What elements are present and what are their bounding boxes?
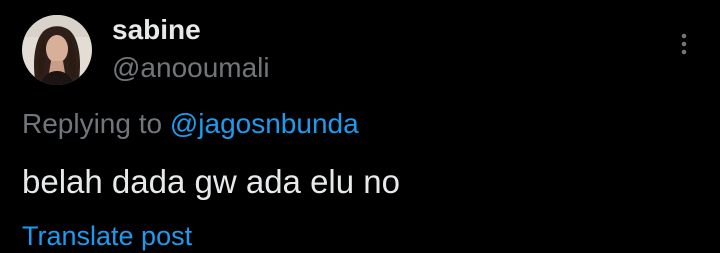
more-options-button[interactable]	[666, 26, 702, 62]
post-text: belah dada gw ada elu no	[22, 163, 400, 200]
translate-post-link[interactable]: Translate post	[22, 219, 192, 253]
replying-to-line: Replying to @jagosnbunda	[22, 107, 359, 141]
more-vertical-icon	[681, 33, 687, 55]
author-display-name[interactable]: sabine	[112, 13, 201, 47]
replying-to-label: Replying to	[22, 108, 163, 139]
author-handle[interactable]: @anooumali	[112, 51, 270, 85]
profile-photo-icon	[22, 15, 92, 85]
reply-target-link[interactable]: @jagosnbunda	[170, 108, 359, 139]
avatar[interactable]	[22, 15, 92, 85]
post-card: sabine @anooumali Replying to @jagosnbun…	[0, 0, 720, 251]
